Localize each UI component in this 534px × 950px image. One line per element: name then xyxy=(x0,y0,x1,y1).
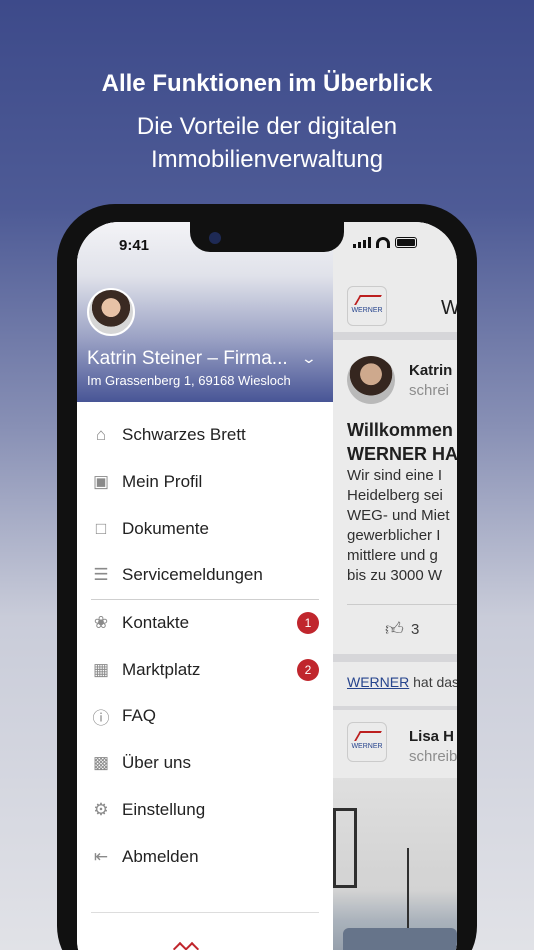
camera-icon xyxy=(209,232,221,244)
building-icon: ▩ xyxy=(92,753,110,773)
menu-item-kontakte[interactable]: ❀ Kontakte 1 xyxy=(77,600,333,647)
phone-screen: 9:41 WERNER W Katrin schrei Willkommen W… xyxy=(77,222,457,950)
status-icons xyxy=(353,237,417,248)
logout-icon: ⇤ xyxy=(93,846,109,866)
menu-item-schwarzes-brett[interactable]: ⌂ Schwarzes Brett xyxy=(77,412,333,459)
signal-icon xyxy=(353,237,371,248)
menu-item-label: Einstellung xyxy=(122,799,206,819)
store-icon: ▦ xyxy=(92,659,110,679)
contacts-icon: ❀ xyxy=(93,613,109,633)
drawer-overlay[interactable] xyxy=(333,222,457,950)
menu-item-ueber-uns[interactable]: ▩ Über uns xyxy=(77,740,333,787)
service-report-icon: ☰ xyxy=(93,565,109,585)
menu-item-label: Servicemeldungen xyxy=(122,565,263,585)
menu-item-label: Schwarzes Brett xyxy=(122,425,246,445)
drawer-menu: ⌂ Schwarzes Brett ▣ Mein Profil □ Dokume… xyxy=(77,412,333,880)
brand-logo xyxy=(172,941,209,950)
chevron-down-icon[interactable]: ⌄ xyxy=(301,350,317,367)
account-address: Im Grassenberg 1, 69168 Wiesloch xyxy=(87,373,291,388)
menu-item-dokumente[interactable]: □ Dokumente xyxy=(77,505,333,552)
menu-item-einstellung[interactable]: ⚙ Einstellung xyxy=(77,787,333,834)
menu-item-mein-profil[interactable]: ▣ Mein Profil xyxy=(77,459,333,506)
gear-icon: ⚙ xyxy=(93,799,109,819)
phone-frame: 9:41 WERNER W Katrin schrei Willkommen W… xyxy=(57,204,477,950)
notification-badge: 2 xyxy=(297,658,319,681)
account-name[interactable]: Katrin Steiner – Firma... xyxy=(87,348,307,370)
profile-card-icon: ▣ xyxy=(92,472,110,492)
menu-item-label: Marktplatz xyxy=(122,659,201,679)
battery-icon xyxy=(395,237,417,248)
menu-item-servicemeldungen[interactable]: ☰ Servicemeldungen xyxy=(77,552,333,599)
menu-item-label: Kontakte xyxy=(122,613,190,633)
home-icon: ⌂ xyxy=(95,425,107,445)
promo-subtitle: Die Vorteile der digitalen Immobilienver… xyxy=(136,113,398,173)
menu-item-label: Über uns xyxy=(122,753,191,773)
menu-item-faq[interactable]: ⓘ FAQ xyxy=(77,693,333,740)
promo-title: Alle Funktionen im Überblick xyxy=(101,70,433,97)
menu-item-label: FAQ xyxy=(122,706,157,726)
menu-item-label: Dokumente xyxy=(122,518,209,538)
menu-item-abmelden[interactable]: ⇤ Abmelden xyxy=(77,833,333,880)
question-icon: ⓘ xyxy=(92,708,110,728)
divider xyxy=(91,912,319,913)
wifi-icon xyxy=(376,237,390,248)
menu-item-label: Abmelden xyxy=(122,846,199,866)
document-icon: □ xyxy=(95,518,107,538)
status-time: 9:41 xyxy=(119,237,150,254)
menu-item-marktplatz[interactable]: ▦ Marktplatz 2 xyxy=(77,646,333,693)
notification-badge: 1 xyxy=(297,612,319,635)
avatar[interactable] xyxy=(87,288,135,336)
navigation-drawer: Katrin Steiner – Firma... ⌄ Im Grassenbe… xyxy=(77,222,333,950)
menu-item-label: Mein Profil xyxy=(122,472,203,492)
